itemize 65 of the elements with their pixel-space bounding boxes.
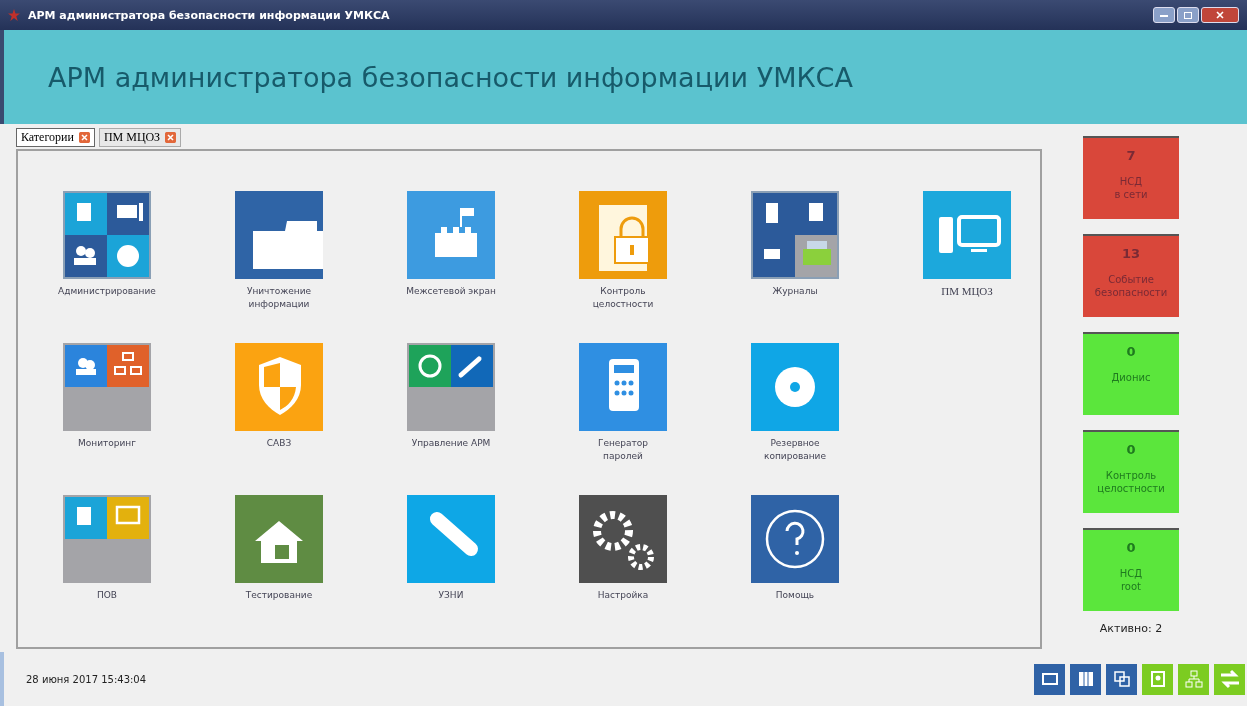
- tile-icon[interactable]: [579, 191, 667, 279]
- star-icon: [8, 9, 20, 21]
- status-card[interactable]: 0 Дионис: [1083, 332, 1179, 415]
- tile-icon[interactable]: [751, 495, 839, 583]
- status-count: 0: [1126, 540, 1136, 555]
- tile-icon[interactable]: [235, 343, 323, 431]
- tile-label: Управление АРМ: [411, 437, 491, 450]
- tile-icon[interactable]: [63, 191, 151, 279]
- minimize-icon: [1160, 13, 1168, 17]
- tile-icon[interactable]: [407, 495, 495, 583]
- tile-icon[interactable]: [235, 495, 323, 583]
- tile-icon[interactable]: [407, 191, 495, 279]
- maximize-icon: [1184, 11, 1192, 19]
- active-count: Активно: 2: [1099, 622, 1163, 635]
- status-label: НСД в сети: [1114, 175, 1148, 201]
- tile-label: ПОВ: [96, 589, 118, 602]
- status-count: 0: [1126, 344, 1136, 359]
- tile-label: Помощь: [774, 589, 816, 602]
- minimize-button[interactable]: [1153, 7, 1175, 23]
- status-label: Событие безопасности: [1094, 273, 1168, 299]
- toolbar-button[interactable]: [1106, 663, 1137, 695]
- app-title: АРМ администратора безопасности информации УМКСА: [48, 61, 853, 93]
- tile-icon[interactable]: [579, 495, 667, 583]
- tile-icon[interactable]: [63, 343, 151, 431]
- tile-label: Журналы: [771, 285, 819, 298]
- status-label: Контроль целостности: [1097, 469, 1165, 495]
- tile-label: Настройка: [596, 589, 650, 602]
- tile-label: САВЗ: [265, 437, 293, 450]
- close-icon[interactable]: [78, 132, 90, 143]
- status-count: 7: [1126, 148, 1136, 163]
- tile-icon[interactable]: [751, 343, 839, 431]
- tile-icon[interactable]: [579, 343, 667, 431]
- tile-label: Уничтожение информации: [245, 285, 313, 311]
- tile-label: Резервное копирование: [763, 437, 827, 463]
- tab[interactable]: ПМ МЦОЗ: [98, 128, 182, 147]
- status-label: Дионис: [1111, 371, 1151, 384]
- status-card[interactable]: 0 НСД root: [1083, 528, 1179, 611]
- tile-icon[interactable]: [751, 191, 839, 279]
- status-card[interactable]: 13 Событие безопасности: [1083, 234, 1179, 317]
- date-time: 28 июня 2017 15:43:04: [26, 673, 147, 685]
- status-count: 13: [1121, 246, 1141, 261]
- tab[interactable]: Категории: [16, 128, 95, 147]
- tile-label: УЗНИ: [437, 589, 465, 602]
- tile-icon[interactable]: [923, 191, 1011, 279]
- tile-label: Мониторинг: [77, 437, 137, 450]
- tile-icon[interactable]: [235, 191, 323, 279]
- status-card[interactable]: 7 НСД в сети: [1083, 136, 1179, 219]
- window-title: АРМ администратора безопасности информации УМКСА: [28, 8, 391, 22]
- tile-icon[interactable]: [407, 343, 495, 431]
- maximize-button[interactable]: [1177, 7, 1199, 23]
- tile-label: Контроль целостности: [591, 285, 655, 311]
- close-icon[interactable]: [165, 132, 177, 143]
- close-icon: [1216, 11, 1224, 19]
- tile-label: Генератор паролей: [596, 437, 650, 463]
- tile-label: Межсетевой экран: [405, 285, 497, 298]
- tile-icon[interactable]: [63, 495, 151, 583]
- status-card[interactable]: 0 Контроль целостности: [1083, 430, 1179, 513]
- tile-label: ПМ МЦОЗ: [940, 285, 994, 298]
- tile-label: Тестирование: [244, 589, 314, 602]
- tile-label: Администрирование: [57, 285, 157, 298]
- toolbar-button[interactable]: [1070, 663, 1101, 695]
- status-label: НСД root: [1119, 567, 1143, 593]
- status-count: 0: [1126, 442, 1136, 457]
- close-button[interactable]: [1201, 7, 1239, 23]
- toolbar-button[interactable]: [1034, 663, 1065, 695]
